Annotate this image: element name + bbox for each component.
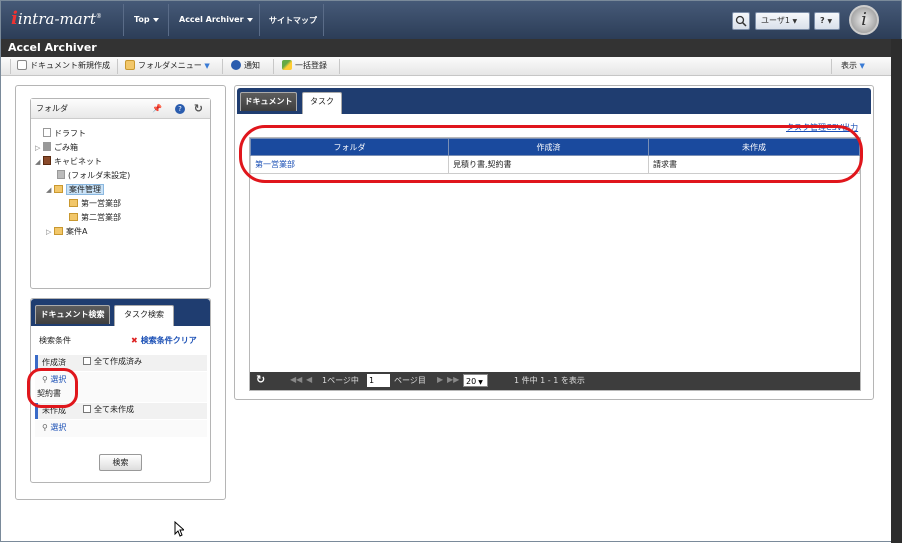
notify-button[interactable]: 通知 xyxy=(229,59,260,73)
mouse-cursor-icon xyxy=(174,521,184,537)
page-input[interactable]: 1 xyxy=(367,374,390,387)
folder-icon xyxy=(54,227,63,235)
user-menu[interactable]: ユーザ1 ▼ xyxy=(755,12,810,30)
caret-down-icon: ▼ xyxy=(478,379,483,386)
bulk-register-button[interactable]: 一括登録 xyxy=(280,59,327,73)
page-suffix: ページ目 xyxy=(394,376,426,385)
refresh-icon[interactable]: ↻ xyxy=(256,373,265,386)
magnifier-icon: ⚲ xyxy=(42,423,48,432)
caret-down-icon xyxy=(152,17,159,22)
nav-divider xyxy=(259,4,260,36)
cabinet-icon xyxy=(43,156,51,165)
tab-document-search[interactable]: ドキュメント検索 xyxy=(35,305,110,324)
new-document-button[interactable]: ドキュメント新規作成 xyxy=(15,59,110,73)
tab-document[interactable]: ドキュメント xyxy=(240,92,297,111)
folder-panel-title: フォルダ xyxy=(36,104,68,113)
pin-icon[interactable]: 📌 xyxy=(152,99,162,119)
highlight-oval xyxy=(239,125,863,183)
checkbox-icon xyxy=(83,357,91,365)
notcreated-all-checkbox[interactable]: 全て未作成 xyxy=(83,404,134,415)
toolbar-divider xyxy=(339,59,340,74)
folder-icon xyxy=(125,60,135,70)
toolbar-divider xyxy=(273,59,274,74)
caret-down-icon: ▼ xyxy=(859,62,865,70)
caret-down-icon: ▼ xyxy=(792,18,798,25)
nav-sitemap[interactable]: サイトマップ xyxy=(269,15,317,26)
nav-top-menu[interactable]: Top xyxy=(134,15,159,24)
toolbar-divider xyxy=(10,59,11,74)
app-title: Accel Archiver xyxy=(1,39,891,57)
intramart-logo[interactable]: iintra-mart® xyxy=(11,8,102,29)
expand-icon[interactable]: ▷ xyxy=(46,225,54,239)
view-menu-button[interactable]: 表示 ▼ xyxy=(839,59,865,73)
pencil-icon xyxy=(282,60,292,70)
search-button[interactable] xyxy=(732,12,750,30)
expand-icon[interactable]: ▷ xyxy=(35,141,43,155)
search-button[interactable]: 検索 xyxy=(99,454,142,471)
folder-menu-button[interactable]: フォルダメニュー ▼ xyxy=(123,59,210,73)
tree-item-sales1[interactable]: 第一営業部 xyxy=(35,197,210,211)
tree-item-trash[interactable]: ▷ ごみ箱 xyxy=(35,141,210,155)
pager-bar: ↻ ◀◀ ◀ 1ページ中 1 ページ目 ▶ ▶▶ 20 ▼ 1 件中 1 - 1 … xyxy=(250,372,860,390)
page-prefix: 1ページ中 xyxy=(322,376,359,385)
collapse-icon[interactable]: ◢ xyxy=(35,155,43,169)
last-page-icon[interactable]: ▶▶ xyxy=(447,375,459,384)
highlight-circle xyxy=(27,368,78,408)
page-size-select[interactable]: 20 ▼ xyxy=(463,374,488,387)
collapse-icon[interactable]: ◢ xyxy=(46,183,54,197)
folder-icon xyxy=(69,213,78,221)
tab-task-search[interactable]: タスク検索 xyxy=(114,305,174,326)
folder-panel-header: フォルダ 📌 ? ↻ xyxy=(31,99,210,119)
folder-panel: フォルダ 📌 ? ↻ ドラフト ▷ ごみ箱 ◢ キャビネット (フォルダ未設定) ◢… xyxy=(30,98,211,289)
folder-icon xyxy=(69,199,78,207)
new-document-icon xyxy=(17,60,27,70)
intramart-brand-icon[interactable]: i xyxy=(849,5,879,35)
caret-down-icon: ▼ xyxy=(204,62,210,70)
nav-divider xyxy=(323,4,324,36)
tab-task[interactable]: タスク xyxy=(302,92,342,114)
refresh-icon[interactable]: ↻ xyxy=(194,99,203,119)
nav-divider xyxy=(168,4,169,36)
caret-down-icon: ▼ xyxy=(827,18,833,25)
prev-page-icon[interactable]: ◀ xyxy=(306,375,312,384)
help-menu[interactable]: ? ▼ xyxy=(814,12,840,30)
toolbar-divider xyxy=(222,59,223,74)
toolbar-divider xyxy=(117,59,118,74)
created-label: 作成済 xyxy=(42,358,66,367)
first-page-icon[interactable]: ◀◀ xyxy=(290,375,302,384)
unset-folder-icon xyxy=(57,170,65,179)
clear-conditions-button[interactable]: ✖ 検索条件クリア xyxy=(131,335,197,346)
nav-accel-menu[interactable]: Accel Archiver xyxy=(179,15,253,24)
caret-down-icon xyxy=(246,17,253,22)
created-all-checkbox[interactable]: 全て作成済み xyxy=(83,356,142,367)
folder-icon xyxy=(54,185,63,193)
toolbar-divider xyxy=(831,59,832,74)
draft-icon xyxy=(43,128,51,137)
checkbox-icon xyxy=(83,405,91,413)
next-page-icon[interactable]: ▶ xyxy=(437,375,443,384)
tree-item-cabinet[interactable]: ◢ キャビネット xyxy=(35,155,210,169)
tree-item-case-mgmt[interactable]: ◢ 案件管理 xyxy=(35,183,210,197)
trash-icon xyxy=(43,142,51,151)
right-edge-bar xyxy=(891,39,902,543)
tree-item-sales2[interactable]: 第二営業部 xyxy=(35,211,210,225)
tree-item-draft[interactable]: ドラフト xyxy=(35,127,210,141)
select-notcreated-button[interactable]: ⚲ 選択 xyxy=(42,422,66,433)
clear-icon: ✖ xyxy=(131,336,138,345)
tree-item-unset[interactable]: (フォルダ未設定) xyxy=(35,169,210,183)
info-icon xyxy=(231,60,241,70)
search-icon xyxy=(735,15,747,27)
nav-divider xyxy=(123,4,124,36)
search-conditions-label: 検索条件 xyxy=(39,336,71,345)
help-icon[interactable]: ? xyxy=(175,104,185,114)
pager-info: 1 件中 1 - 1 を表示 xyxy=(514,376,585,385)
tree-item-case-a[interactable]: ▷ 案件A xyxy=(35,225,210,239)
